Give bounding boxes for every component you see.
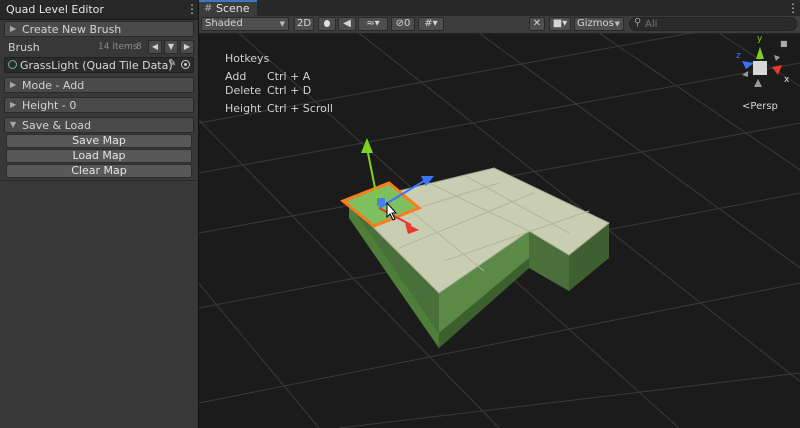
hotkey-action-add: Add: [225, 70, 247, 83]
chevron-right-icon: ▶: [10, 100, 17, 109]
orientation-gizmo[interactable]: ■ y z x: [734, 34, 796, 95]
tools-button[interactable]: ✕: [529, 17, 545, 31]
picker-dot: [184, 63, 187, 66]
brush-field-value: GrassLight (Quad Tile Data): [20, 59, 173, 72]
hidden-count: 0: [404, 18, 411, 29]
scene-menu-icon[interactable]: ⋮: [787, 1, 799, 15]
brush-index: 8: [136, 42, 142, 52]
chevron-down-icon: ▼: [279, 20, 285, 28]
hotkey-key-add: Ctrl + A: [267, 70, 311, 83]
scene-search-input[interactable]: ⚲: [629, 17, 797, 31]
tools-icon: ✕: [532, 18, 542, 29]
shading-value: Shaded: [205, 18, 243, 29]
save-load-foldout[interactable]: ▼ Save & Load: [4, 117, 194, 133]
save-map-button[interactable]: Save Map: [6, 134, 192, 148]
tab-scene[interactable]: # Scene: [199, 0, 257, 16]
brush-object-field[interactable]: GrassLight (Quad Tile Data) ✎: [4, 57, 194, 73]
lightbulb-icon: [324, 20, 330, 27]
mode-2d-button[interactable]: 2D: [294, 17, 314, 31]
hotkey-action-height: Height: [225, 102, 262, 115]
gizmos-label: Gizmos: [577, 18, 614, 29]
load-map-button[interactable]: Load Map: [6, 149, 192, 163]
scene-tab-label: Scene: [216, 2, 250, 15]
chevron-down-icon: ▼: [614, 20, 620, 28]
brush-row: Brush 14 Items 8 ◀ ▼ ▶: [0, 39, 198, 56]
scene-view: # Scene ⋮ Shaded ▼ 2D ◀ ≈▾ ⊘0 #▾ ✕ ■▾ Gi…: [199, 0, 800, 428]
hotkeys-title: Hotkeys: [225, 52, 270, 65]
effects-dropdown[interactable]: ≈▾: [358, 17, 388, 31]
brush-label: Brush: [8, 41, 40, 54]
prev-brush-button[interactable]: ◀: [148, 40, 162, 54]
chevron-right-icon: ▶: [10, 24, 17, 33]
panel-title: Quad Level Editor: [6, 3, 104, 16]
hidden-objects-toggle[interactable]: ⊘0: [391, 17, 415, 31]
panel-menu-icon[interactable]: ⋮: [186, 2, 198, 16]
eye-slash-icon: ⊘: [395, 18, 404, 29]
speaker-icon: ◀: [343, 18, 351, 29]
scene-tab-bar: # Scene ⋮: [199, 0, 800, 17]
chevron-down-icon: ▼: [10, 120, 17, 129]
shading-dropdown[interactable]: Shaded ▼: [201, 17, 289, 31]
search-field[interactable]: [645, 18, 785, 30]
quad-level-editor-panel: Quad Level Editor ⋮ ▶ Create New Brush B…: [0, 0, 198, 428]
axis-y-label: y: [757, 34, 763, 44]
scene-tab-icon: #: [204, 3, 213, 14]
grid-icon: #▾: [424, 18, 438, 29]
save-load-label: Save & Load: [22, 119, 91, 132]
axis-z-label: z: [736, 51, 741, 61]
create-brush-label: Create New Brush: [22, 23, 122, 36]
hotkey-key-height: Ctrl + Scroll: [267, 102, 333, 115]
panel-divider: [0, 180, 198, 181]
orientation-axes: [742, 47, 782, 87]
next-brush-button[interactable]: ▶: [180, 40, 194, 54]
clear-map-button[interactable]: Clear Map: [6, 164, 192, 178]
mode-foldout[interactable]: ▶ Mode - Add: [4, 77, 194, 93]
scene-toolbar: Shaded ▼ 2D ◀ ≈▾ ⊘0 #▾ ✕ ■▾ Gizmos ▼ ⚲: [199, 16, 800, 34]
tile-block[interactable]: [340, 167, 610, 348]
mode-label: Mode - Add: [22, 79, 85, 92]
axis-x-label: x: [784, 75, 790, 85]
hotkey-key-delete: Ctrl + D: [267, 84, 312, 97]
grid-dropdown[interactable]: #▾: [418, 17, 444, 31]
gizmos-dropdown[interactable]: Gizmos ▼: [574, 17, 624, 31]
camera-dropdown[interactable]: ■▾: [549, 17, 571, 31]
pencil-icon[interactable]: ✎: [168, 58, 176, 69]
hotkey-action-delete: Delete: [225, 84, 262, 97]
height-label: Height - 0: [22, 99, 77, 112]
camera-icon: ■▾: [552, 18, 568, 29]
lighting-toggle[interactable]: [318, 17, 336, 31]
persp-label: Persp: [750, 101, 778, 112]
scriptable-object-icon: [8, 60, 17, 69]
items-count: 14 Items: [98, 42, 138, 52]
projection-toggle[interactable]: <Persp: [742, 101, 778, 112]
effects-icon: ≈▾: [366, 18, 380, 29]
panel-tab-header: Quad Level Editor ⋮: [0, 0, 198, 20]
height-foldout[interactable]: ▶ Height - 0: [4, 97, 194, 113]
chevron-right-icon: ▶: [10, 80, 17, 89]
next-brush-down-button[interactable]: ▼: [164, 40, 178, 54]
audio-toggle[interactable]: ◀: [338, 17, 356, 31]
search-icon: ⚲: [634, 17, 642, 28]
object-picker-icon[interactable]: [181, 60, 190, 69]
create-brush-foldout[interactable]: ▶ Create New Brush: [4, 21, 194, 37]
gizmo-y-arrow[interactable]: [361, 138, 373, 153]
